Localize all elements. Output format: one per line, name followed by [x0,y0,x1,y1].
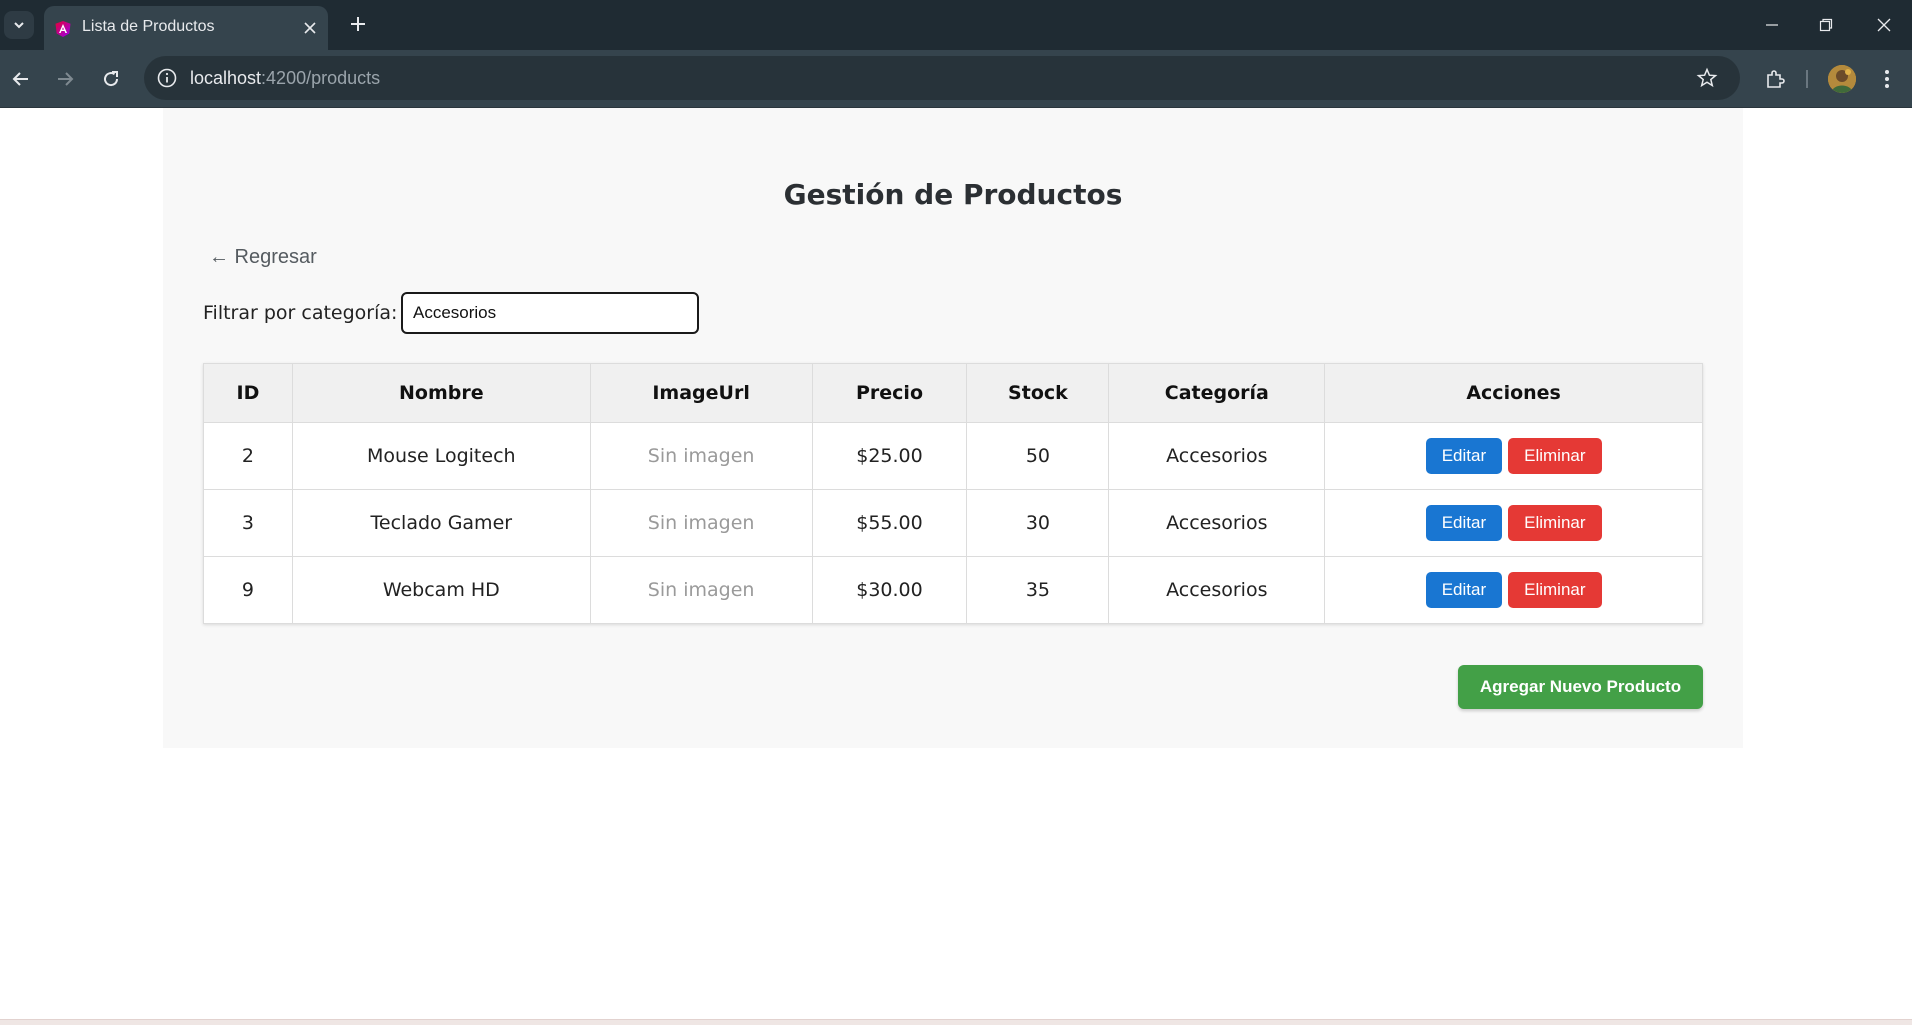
close-icon [304,22,316,34]
chevron-down-icon [14,22,24,29]
toolbar-divider [1806,70,1808,88]
forward-arrow-icon [58,72,74,86]
cell-image: Sin imagen [589,556,813,624]
delete-button[interactable]: Eliminar [1508,505,1602,541]
cell-price: $25.00 [811,422,968,490]
tab-title: Lista de Productos [82,18,215,35]
reload-icon [104,71,119,87]
site-info-icon[interactable] [156,67,178,89]
edit-button[interactable]: Editar [1425,572,1503,608]
minimize-button[interactable] [1752,10,1792,40]
cell-name: Mouse Logitech [291,422,591,490]
reload-button[interactable] [96,64,126,94]
cell-category: Accesorios [1108,556,1326,624]
cell-name: Webcam HD [291,556,591,624]
plus-icon [351,17,365,31]
cell-stock: 35 [966,556,1110,624]
column-header: ImageUrl [589,363,813,423]
forward-button[interactable] [50,64,80,94]
restore-button[interactable] [1806,10,1846,40]
star-icon[interactable] [1696,67,1718,89]
extensions-icon [1767,70,1785,88]
page-viewport: Gestión de Productos ← Regresar Filtrar … [0,108,1912,1019]
new-tab-button[interactable] [346,12,370,36]
profile-avatar-icon [1828,65,1856,93]
tab-search-button[interactable] [4,11,34,39]
cell-price: $30.00 [811,556,968,624]
edit-button[interactable]: Editar [1425,505,1503,541]
column-header: Stock [966,363,1110,423]
products-container: Gestión de Productos ← Regresar Filtrar … [163,108,1743,748]
browser-menu-button[interactable] [1872,64,1902,94]
cell-image: Sin imagen [589,422,813,490]
url-text: localhost:4200/products [190,68,380,89]
table-row: 3 Teclado Gamer Sin imagen $55.00 30 Acc… [203,489,1703,557]
cell-id: 9 [203,556,293,624]
back-link[interactable]: ← Regresar [209,246,317,269]
minimize-icon [1766,24,1778,26]
back-button[interactable] [6,64,36,94]
browser-toolbar: localhost:4200/products [0,50,1912,108]
extensions-button[interactable] [1760,64,1790,94]
column-header: Nombre [291,363,591,423]
cell-category: Accesorios [1108,489,1326,557]
cell-stock: 30 [966,489,1110,557]
cell-price: $55.00 [811,489,968,557]
window-close-button[interactable] [1864,10,1904,40]
browser-tab[interactable]: Lista de Productos [44,6,328,50]
column-header: Precio [811,363,968,423]
table-row: 9 Webcam HD Sin imagen $30.00 35 Accesor… [203,556,1703,624]
add-product-button[interactable]: Agregar Nuevo Producto [1458,665,1703,709]
cell-id: 3 [203,489,293,557]
page-title: Gestión de Productos [783,178,1123,211]
cell-actions: Editar Eliminar [1324,556,1703,624]
tab-close-button[interactable] [300,18,320,38]
cell-category: Accesorios [1108,422,1326,490]
column-header: ID [203,363,293,423]
back-arrow-icon [12,72,28,86]
delete-button[interactable]: Eliminar [1508,572,1602,608]
edit-button[interactable]: Editar [1425,438,1503,474]
avatar[interactable] [1828,65,1856,93]
column-header: Acciones [1324,363,1703,423]
tab-strip: Lista de Productos [0,0,1912,50]
table-header-row: ID Nombre ImageUrl Precio Stock Categorí… [203,363,1703,423]
column-header: Categoría [1108,363,1326,423]
products-table: ID Nombre ImageUrl Precio Stock Categorí… [203,363,1703,624]
cell-stock: 50 [966,422,1110,490]
filter-label: Filtrar por categoría: [203,302,398,324]
delete-button[interactable]: Eliminar [1508,438,1602,474]
url-path: :4200/products [261,68,381,88]
kebab-menu-icon [1885,70,1889,88]
window-bottom-edge [0,1019,1912,1025]
cell-actions: Editar Eliminar [1324,489,1703,557]
cell-image: Sin imagen [589,489,813,557]
cell-name: Teclado Gamer [291,489,591,557]
cell-actions: Editar Eliminar [1324,422,1703,490]
table-row: 2 Mouse Logitech Sin imagen $25.00 50 Ac… [203,422,1703,490]
category-filter-input[interactable] [401,292,699,334]
address-bar[interactable]: localhost:4200/products [144,56,1740,100]
url-host: localhost [190,68,262,88]
window-close-icon [1877,18,1891,32]
cell-id: 2 [203,422,293,490]
restore-icon [1819,18,1833,32]
angular-favicon-icon [55,21,71,37]
